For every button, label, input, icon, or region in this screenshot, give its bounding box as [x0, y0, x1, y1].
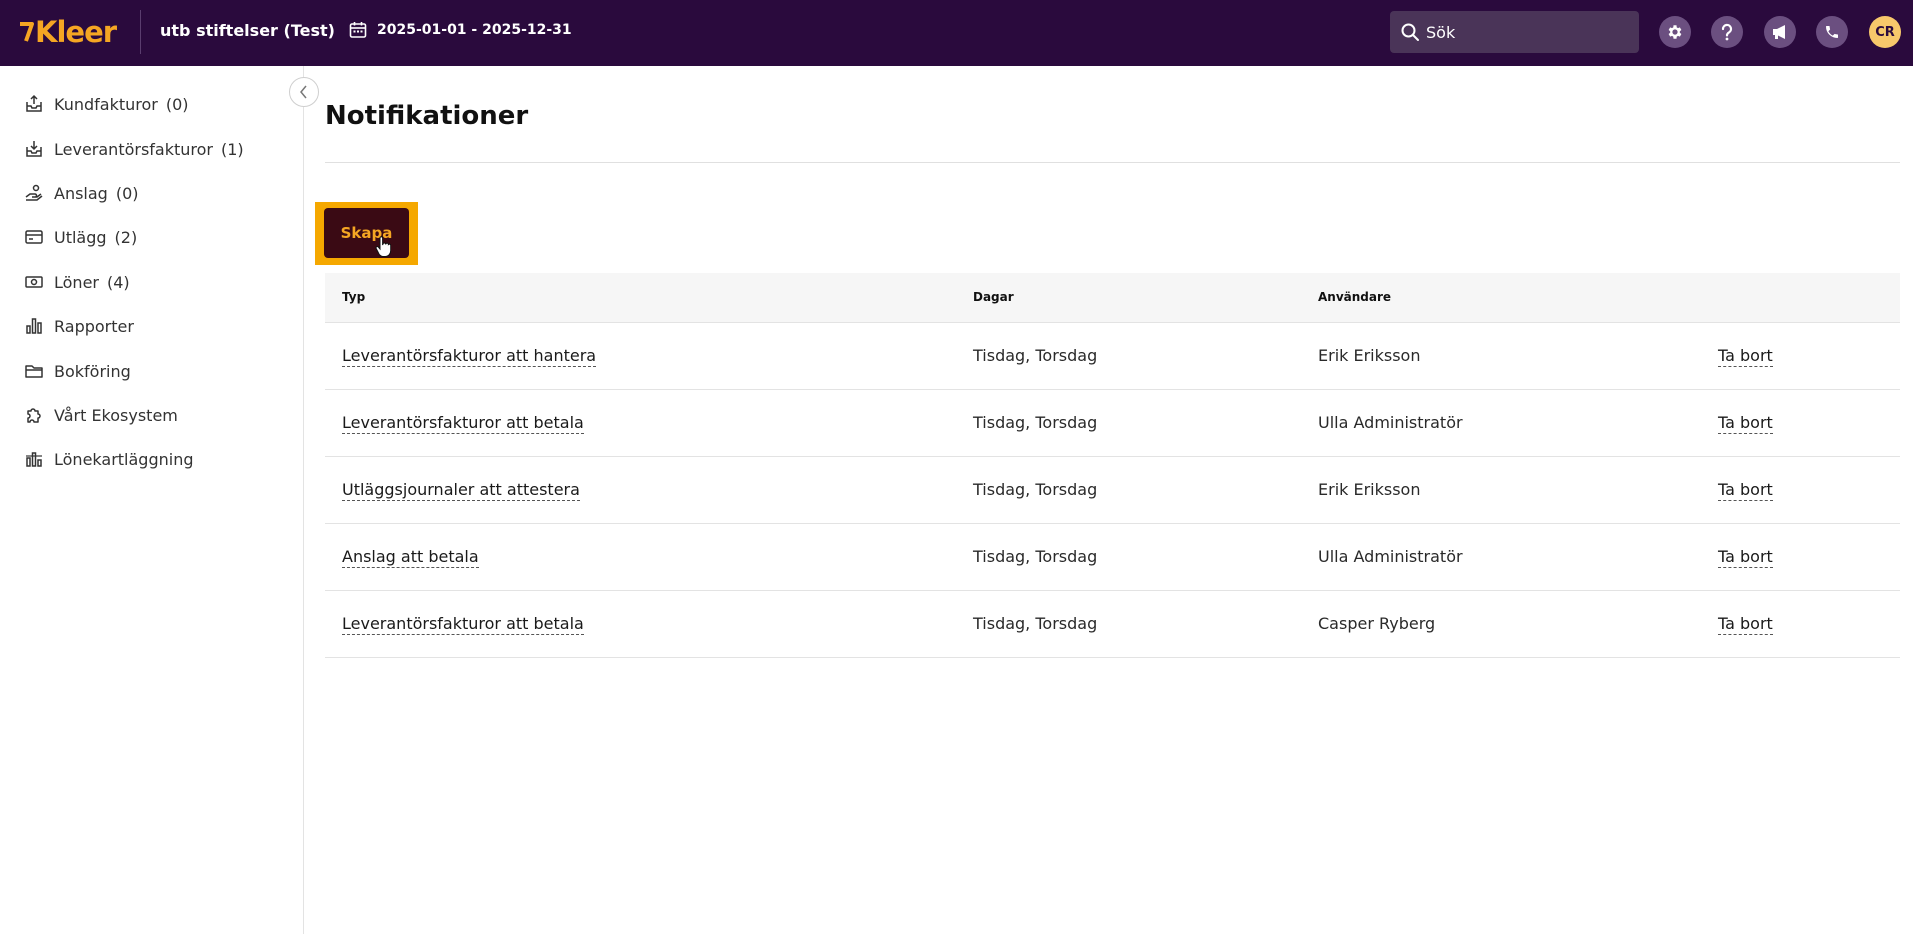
search-input[interactable]: [1426, 22, 1626, 42]
delete-link[interactable]: Ta bort: [1718, 547, 1773, 568]
sidebar-item-count: (4): [106, 272, 130, 292]
logo-text: Kleer: [35, 15, 117, 49]
salary-chart-icon: [26, 452, 42, 467]
table-row: Utläggsjournaler att attestera Tisdag, T…: [325, 457, 1900, 524]
create-button[interactable]: Skapa: [324, 208, 409, 258]
table-row: Leverantörsfakturor att betala Tisdag, T…: [325, 591, 1900, 658]
announcement-icon: [1773, 25, 1785, 39]
column-header-anvandare: Användare: [1318, 290, 1392, 304]
notification-days: Tisdag, Torsdag: [973, 480, 1098, 499]
sidebar-item-label: Vårt Ekosystem: [54, 405, 178, 425]
sidebar-item-anslag[interactable]: Anslag (0): [24, 178, 139, 208]
grant-hand-icon: [25, 184, 43, 201]
phone-button[interactable]: [1816, 16, 1848, 48]
top-bar: Kleer utb stiftelser (Test) 2025-01-01 -…: [0, 0, 1913, 66]
sidebar-item-label: Rapporter: [54, 316, 134, 336]
table-row: Leverantörsfakturor att hantera Tisdag, …: [325, 323, 1900, 390]
notification-days: Tisdag, Torsdag: [973, 614, 1098, 633]
phone-icon: [1826, 26, 1838, 38]
sidebar-item-label: Leverantörsfakturor: [54, 139, 213, 159]
calendar-icon: [349, 22, 367, 38]
notification-user: Ulla Administratör: [1318, 547, 1463, 566]
hand-cursor-icon: [375, 236, 391, 257]
chevron-left-icon: [300, 85, 307, 99]
delete-link[interactable]: Ta bort: [1718, 614, 1773, 635]
sidebar-item-label: Löner: [54, 272, 99, 292]
sidebar-item-vart-ekosystem[interactable]: Vårt Ekosystem: [24, 400, 178, 430]
sidebar-item-label: Bokföring: [54, 361, 131, 381]
sidebar-item-count: (0): [115, 183, 139, 203]
settings-icon: [1668, 25, 1682, 39]
sidebar-item-count: (0): [165, 94, 189, 114]
sidebar-item-label: Utlägg: [54, 227, 107, 247]
delete-link[interactable]: Ta bort: [1718, 346, 1773, 367]
notification-type-link[interactable]: Leverantörsfakturor att betala: [342, 413, 584, 434]
notification-days: Tisdag, Torsdag: [973, 413, 1098, 432]
period-label: 2025-01-01 - 2025-12-31: [377, 22, 572, 38]
sidebar-collapse-button[interactable]: [289, 77, 319, 107]
sidebar-item-leverantorsfakturor[interactable]: Leverantörsfakturor (1): [24, 134, 244, 164]
notifications-table-header: Typ Dagar Användare: [325, 273, 1900, 323]
period-selector[interactable]: 2025-01-01 - 2025-12-31: [349, 21, 572, 39]
notification-user: Erik Eriksson: [1318, 480, 1421, 499]
sidebar-item-label: Lönekartläggning: [54, 449, 194, 469]
sidebar-item-count: (1): [221, 139, 244, 159]
help-button[interactable]: [1711, 16, 1743, 48]
delete-link[interactable]: Ta bort: [1718, 480, 1773, 501]
puzzle-icon: [27, 408, 41, 423]
sidebar-item-count: (2): [114, 227, 138, 247]
sidebar-item-loner[interactable]: Löner (4): [24, 267, 130, 297]
announcements-button[interactable]: [1764, 16, 1796, 48]
column-header-dagar: Dagar: [973, 290, 1014, 304]
company-switcher[interactable]: utb stiftelser (Test): [160, 21, 335, 40]
card-icon: [25, 230, 43, 244]
sidebar-item-rapporter[interactable]: Rapporter: [24, 311, 134, 341]
create-button-highlight: Skapa: [315, 202, 418, 265]
table-row: Anslag att betala Tisdag, Torsdag Ulla A…: [325, 524, 1900, 591]
invoice-in-icon: [26, 141, 42, 157]
user-avatar[interactable]: CR: [1869, 16, 1901, 48]
sidebar-item-utlagg[interactable]: Utlägg (2): [24, 222, 137, 252]
delete-link[interactable]: Ta bort: [1718, 413, 1773, 434]
invoice-out-icon: [26, 94, 42, 112]
search-box[interactable]: [1390, 11, 1639, 53]
column-header-typ: Typ: [342, 290, 366, 304]
topbar-divider: [140, 10, 141, 54]
sidebar-item-bokforing[interactable]: Bokföring: [24, 356, 131, 386]
sidebar-item-label: Kundfakturor: [54, 94, 158, 114]
table-row: Leverantörsfakturor att betala Tisdag, T…: [325, 390, 1900, 457]
sidebar-item-lonekartlaggning[interactable]: Lönekartläggning: [24, 444, 194, 474]
notification-user: Ulla Administratör: [1318, 413, 1463, 432]
settings-button[interactable]: [1659, 16, 1691, 48]
title-divider: [325, 162, 1900, 163]
folder-icon: [25, 365, 43, 378]
page-title: Notifikationer: [325, 101, 529, 131]
notification-user: Casper Ryberg: [1318, 614, 1436, 633]
notification-days: Tisdag, Torsdag: [973, 547, 1098, 566]
notification-type-link[interactable]: Anslag att betala: [342, 547, 479, 568]
search-icon: [1401, 23, 1419, 41]
sidebar-item-label: Anslag: [54, 183, 108, 203]
notification-type-link[interactable]: Leverantörsfakturor att betala: [342, 614, 584, 635]
help-icon: [1721, 23, 1733, 41]
sidebar-item-kundfakturor[interactable]: Kundfakturor (0): [24, 89, 189, 119]
cash-icon: [25, 276, 43, 288]
notification-type-link[interactable]: Leverantörsfakturor att hantera: [342, 346, 597, 367]
bar-chart-icon: [26, 318, 42, 334]
kleer-logo[interactable]: Kleer: [19, 14, 117, 50]
notification-days: Tisdag, Torsdag: [973, 346, 1098, 365]
notification-type-link[interactable]: Utläggsjournaler att attestera: [342, 480, 580, 501]
notification-user: Erik Eriksson: [1318, 346, 1421, 365]
